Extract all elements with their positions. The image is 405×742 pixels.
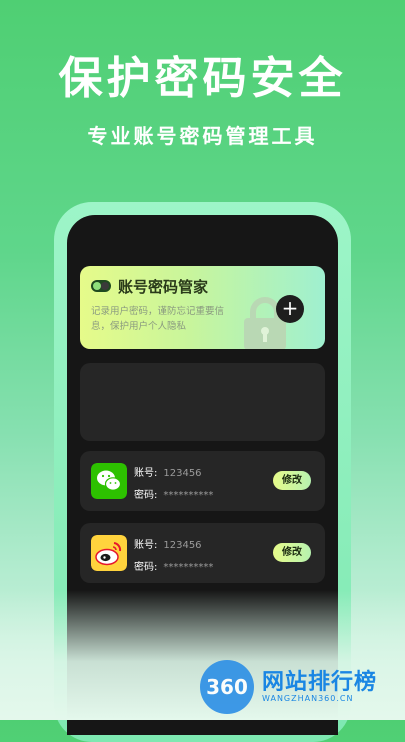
password-row: 密码: ********** (134, 486, 213, 501)
password-value: ********** (163, 562, 214, 573)
weibo-icon (91, 535, 127, 571)
password-label: 密码: (134, 562, 158, 573)
account-row: 账号: 123456 (134, 464, 202, 479)
empty-panel (80, 363, 325, 441)
password-label: 密码: (134, 490, 158, 501)
account-card-wechat[interactable]: 账号: 123456 密码: ********** 修改 (80, 451, 325, 511)
headline: 保护密码安全 (58, 53, 347, 104)
account-label: 账号: (134, 540, 158, 551)
password-row: 密码: ********** (134, 558, 213, 573)
hero-title: 账号密码管家 (118, 278, 209, 296)
account-label: 账号: (134, 468, 158, 479)
hero-card: 账号密码管家 记录用户密码，谨防忘记重要信息，保护用户个人隐私 + (80, 266, 325, 349)
wechat-icon (91, 463, 127, 499)
account-value: 123456 (163, 540, 202, 551)
hero-description: 记录用户密码，谨防忘记重要信息，保护用户个人隐私 (91, 306, 225, 332)
subline: 专业账号密码管理工具 (87, 124, 318, 148)
toggle-icon (91, 280, 111, 292)
account-row: 账号: 123456 (134, 536, 202, 551)
password-value: ********** (163, 490, 214, 501)
edit-button[interactable]: 修改 (273, 471, 311, 490)
edit-button[interactable]: 修改 (273, 543, 311, 562)
watermark-site-name: 网站排行榜 (262, 670, 378, 695)
watermark-logo: 360 (200, 660, 254, 714)
add-account-button[interactable]: + (276, 295, 304, 323)
watermark-domain: WANGZHAN360.CN (262, 694, 354, 703)
account-card-weibo[interactable]: 账号: 123456 密码: ********** 修改 (80, 523, 325, 583)
account-value: 123456 (163, 468, 202, 479)
